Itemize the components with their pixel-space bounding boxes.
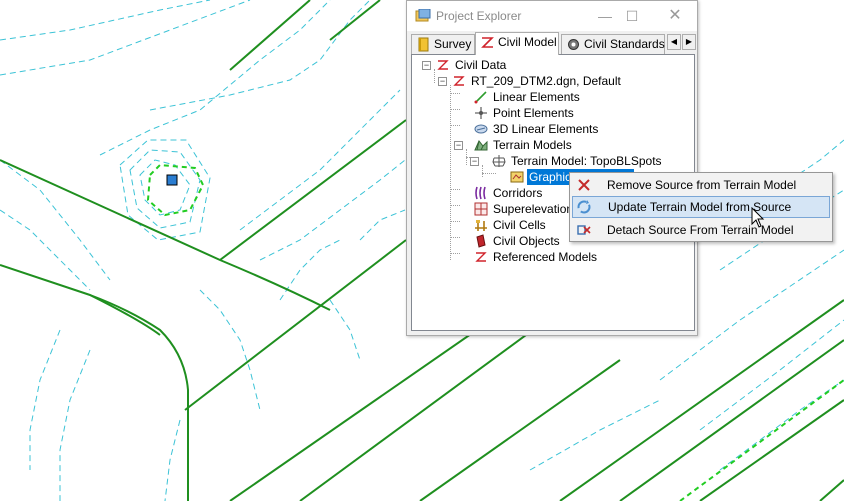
corridors-icon <box>475 186 486 200</box>
tree-line <box>482 173 496 174</box>
tree-line <box>450 85 451 260</box>
tree-item-label: Terrain Model: TopoBLSpots <box>511 154 662 168</box>
civil-model-icon <box>481 37 494 48</box>
tree-item-label: Terrain Models <box>493 138 572 152</box>
title-bar[interactable]: Project Explorer — ☐ ✕ <box>407 1 697 31</box>
survey-book-icon <box>418 37 429 52</box>
tab-civil-standards[interactable]: Civil Standards <box>561 34 665 54</box>
tab-scroll-right-button[interactable]: ▶ <box>682 34 696 50</box>
tree-item-label: 3D Linear Elements <box>493 122 599 136</box>
tree-line <box>450 109 460 110</box>
expand-toggle-model[interactable]: − <box>438 77 447 86</box>
project-explorer-icon <box>415 9 431 22</box>
menu-item-label: Detach Source From Terrain Model <box>607 223 794 237</box>
window-title: Project Explorer <box>436 9 522 23</box>
tree-item-label: Linear Elements <box>493 90 580 104</box>
tab-civil-standards-label: Civil Standards <box>584 37 665 51</box>
mouse-pointer-icon <box>751 207 765 228</box>
tab-strip: Survey Civil Model Civil Standards ◀ ▶ <box>409 32 696 55</box>
menu-item-label: Remove Source from Terrain Model <box>607 178 797 192</box>
tree-line <box>450 253 460 254</box>
3d-linear-icon <box>474 124 488 134</box>
tree-line <box>450 125 460 126</box>
expand-toggle-terrain-model[interactable]: − <box>470 157 479 166</box>
tab-scroll-left-button[interactable]: ◀ <box>667 34 681 50</box>
tree-item-label: Referenced Models <box>493 250 598 264</box>
tree-line <box>450 189 460 190</box>
tree-item-label: Point Elements <box>493 106 574 120</box>
tab-civil-model[interactable]: Civil Model <box>475 32 559 55</box>
tree-line <box>434 69 435 83</box>
tab-survey[interactable]: Survey <box>411 34 475 54</box>
remove-x-icon <box>578 179 590 191</box>
referenced-models-icon <box>475 252 487 262</box>
tree-item-label: RT_209_DTM2.dgn, Default <box>471 74 621 88</box>
tree-item-label: Civil Objects <box>493 234 560 248</box>
maximize-button[interactable]: ☐ <box>618 5 646 27</box>
expand-toggle-terrain-models[interactable]: − <box>454 141 463 150</box>
civil-cells-icon <box>475 220 487 231</box>
update-refresh-icon <box>577 200 591 214</box>
menu-item-detach-source[interactable]: Detach Source From Terrain Model <box>572 219 830 241</box>
graphical-source-icon <box>510 171 524 183</box>
tree-line <box>482 165 483 177</box>
tree-item-label: Civil Data <box>455 58 507 72</box>
tree-item-label: Corridors <box>493 186 543 200</box>
civil-model-icon <box>453 76 465 86</box>
tab-civil-model-label: Civil Model <box>498 35 557 49</box>
tree-line <box>450 221 460 222</box>
terrain-models-icon <box>474 140 488 151</box>
tree-item-label: Superelevation <box>493 202 574 216</box>
close-button[interactable]: ✕ <box>661 5 689 27</box>
expand-toggle-civil-data[interactable]: − <box>422 61 431 70</box>
civil-standards-icon <box>568 39 579 50</box>
minimize-button[interactable]: — <box>591 5 619 27</box>
linear-element-icon <box>474 91 487 104</box>
tree-item-label: Civil Cells <box>493 218 546 232</box>
point-element-icon <box>475 107 487 119</box>
superelevation-icon <box>474 202 488 216</box>
menu-item-remove-source[interactable]: Remove Source from Terrain Model <box>572 174 830 196</box>
terrain-model-icon <box>492 155 506 167</box>
detach-icon <box>577 225 591 235</box>
tree-line <box>450 93 460 94</box>
civil-data-icon <box>437 60 449 70</box>
selected-point-marker <box>166 174 178 186</box>
tab-survey-label: Survey <box>434 37 472 51</box>
tree-line <box>450 205 460 206</box>
civil-objects-icon <box>476 234 486 248</box>
context-menu: Remove Source from Terrain Model Update … <box>569 172 833 242</box>
menu-item-update-terrain-model[interactable]: Update Terrain Model from Source <box>572 196 830 218</box>
project-explorer-window[interactable]: Project Explorer — ☐ ✕ Survey Civil Mode… <box>406 0 698 336</box>
tree-line <box>450 237 460 238</box>
